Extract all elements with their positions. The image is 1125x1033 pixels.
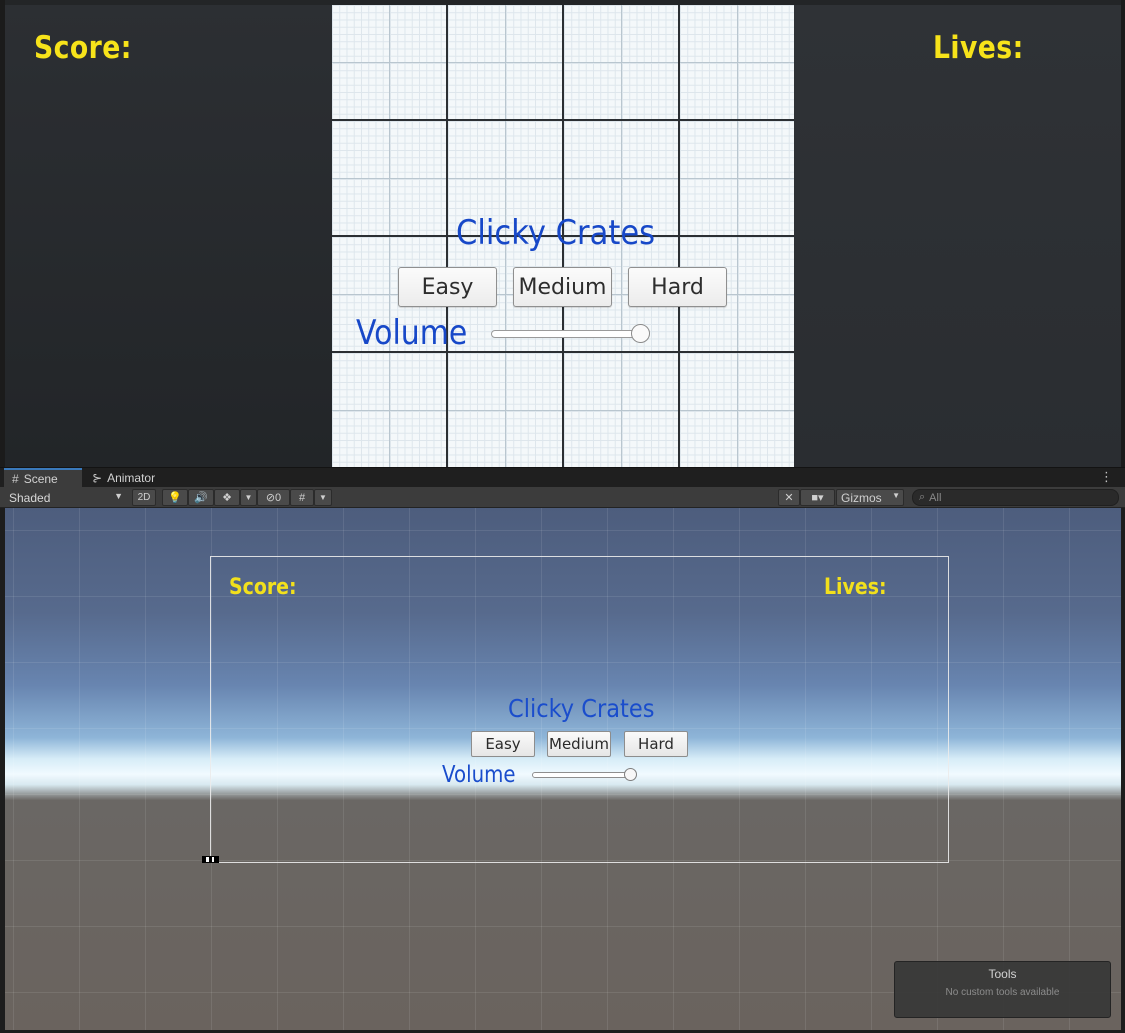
grid-toggle-button[interactable]: # (290, 489, 314, 506)
scene-search-placeholder: All (929, 491, 942, 504)
score-label: Score: (34, 30, 132, 66)
hidden-objects-toggle-button[interactable]: ⊘ 0 (257, 489, 290, 506)
search-icon: ⌕ (919, 491, 926, 503)
volume-label: Volume (356, 313, 468, 353)
tools-overlay-empty-message: No custom tools available (945, 987, 1060, 998)
tools-overlay-panel: Tools No custom tools available (894, 961, 1111, 1018)
game-view: Score: Lives: Clicky Crates Easy Medium … (0, 0, 1125, 467)
kebab-menu-icon[interactable]: ⋮ (1100, 469, 1113, 485)
game-view-left-edge (0, 0, 5, 467)
scene-hard-button[interactable]: Hard (624, 731, 688, 757)
scene-view-right-edge (1121, 508, 1125, 1033)
easy-button[interactable]: Easy (398, 267, 497, 307)
scene-volume-slider-track[interactable] (532, 772, 636, 778)
grid-icon: # (298, 491, 306, 504)
camera-icon: ■▾ (811, 492, 824, 504)
tab-animator-label: Animator (107, 471, 156, 485)
game-background-right (794, 5, 1121, 467)
lives-label: Lives: (933, 30, 1024, 66)
2d-toggle-button[interactable]: 2D (132, 489, 156, 506)
hidden-count: 0 (275, 491, 282, 504)
tab-scene-label: Scene (23, 472, 58, 486)
scene-tab-bar: # Scene ⊱ Animator ⋮ (0, 467, 1125, 488)
scene-volume-label: Volume (442, 762, 516, 788)
grid-dropdown-button[interactable]: ▼ (314, 489, 332, 506)
lightbulb-icon: 💡 (168, 492, 182, 504)
scene-lives-label: Lives: (824, 575, 887, 600)
game-background-left (5, 5, 332, 467)
volume-slider-track[interactable] (491, 330, 641, 338)
shading-mode-value: Shaded (9, 490, 51, 505)
scene-toolbar: Shaded ▼ 2D 💡 🔊 ❖ ▼ ⊘ 0 # ▼ ✕ ■▾ Gizmos … (0, 487, 1125, 508)
scene-view[interactable]: Score: Lives: Clicky Crates Easy Medium … (5, 508, 1121, 1030)
canvas-pivot-handle[interactable] (202, 856, 219, 863)
speaker-icon: 🔊 (194, 492, 208, 504)
effects-toggle-button[interactable]: ❖ (214, 489, 240, 506)
chevron-down-icon: ▼ (319, 493, 327, 502)
tab-scene[interactable]: # Scene (4, 468, 82, 488)
chevron-down-icon: ▼ (114, 491, 123, 501)
game-title: Clicky Crates (456, 213, 656, 253)
effects-dropdown-button[interactable]: ▼ (240, 489, 257, 506)
gizmos-dropdown-button[interactable]: Gizmos ▼ (836, 489, 904, 506)
wrench-icon: ✕ (784, 492, 794, 504)
hard-button[interactable]: Hard (628, 267, 727, 307)
lighting-toggle-button[interactable]: 💡 (162, 489, 188, 506)
scene-easy-button[interactable]: Easy (471, 731, 535, 757)
volume-slider-handle[interactable] (631, 324, 650, 343)
camera-dropdown-button[interactable]: ■▾ (800, 489, 835, 506)
eye-slash-icon: ⊘ (265, 492, 276, 504)
animator-graph-icon: ⊱ (92, 471, 103, 485)
audio-toggle-button[interactable]: 🔊 (188, 489, 214, 506)
tools-overlay-title: Tools (988, 967, 1017, 981)
scene-search-field[interactable]: ⌕ All (912, 489, 1119, 506)
chevron-down-icon: ▼ (244, 493, 253, 502)
scene-volume-slider-handle[interactable] (624, 768, 637, 781)
game-view-right-edge (1121, 0, 1125, 467)
scene-game-title: Clicky Crates (508, 694, 655, 723)
layers-icon: ❖ (222, 492, 232, 504)
gizmos-label: Gizmos (841, 490, 882, 505)
tools-toggle-button[interactable]: ✕ (778, 489, 800, 506)
medium-button[interactable]: Medium (513, 267, 612, 307)
scene-score-label: Score: (229, 575, 297, 600)
chevron-down-icon: ▼ (892, 491, 900, 500)
scene-medium-button[interactable]: Medium (547, 731, 611, 757)
tab-animator[interactable]: ⊱ Animator (84, 468, 174, 488)
grid-hash-icon: # (12, 472, 19, 486)
shading-mode-dropdown[interactable]: Shaded ▼ (4, 489, 127, 506)
